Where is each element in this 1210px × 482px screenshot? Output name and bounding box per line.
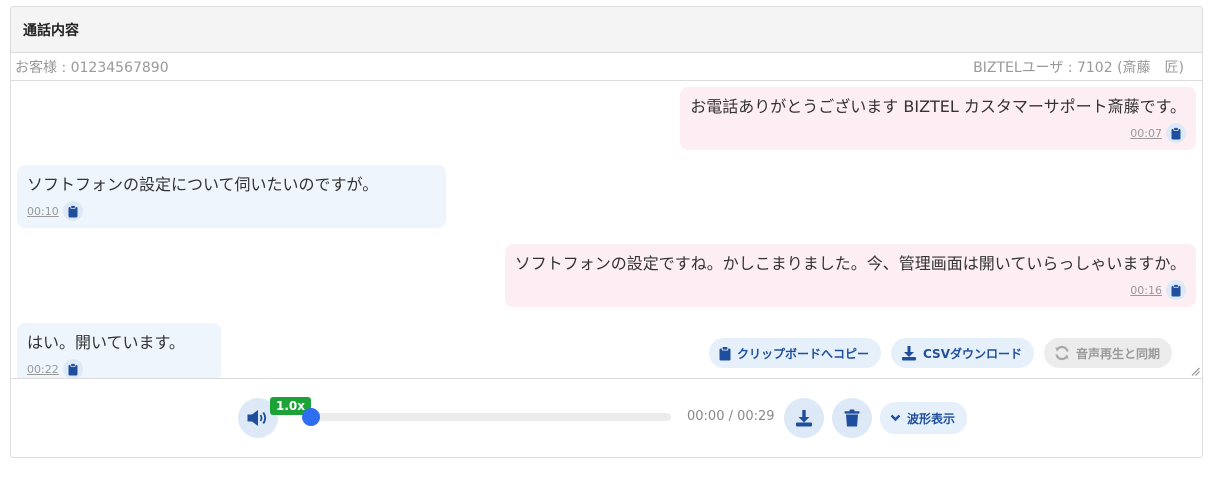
volume-icon bbox=[247, 410, 267, 426]
seek-bar[interactable] bbox=[302, 408, 671, 426]
panel-title: 通話内容 bbox=[23, 22, 79, 39]
message-timestamp-link[interactable]: 00:22 bbox=[27, 363, 59, 376]
customer-number: お客様 : 01234567890 bbox=[15, 59, 169, 76]
audio-player: 1.0x 00:00 / 00:29 波形表示 bbox=[11, 379, 1202, 457]
clipboard-icon bbox=[68, 204, 78, 217]
sync-playback-label: 音声再生と同期 bbox=[1075, 346, 1160, 361]
message-timestamp-link[interactable]: 00:10 bbox=[27, 205, 59, 218]
conversation-area[interactable]: お電話ありがとうございます BIZTEL カスタマーサポート斎藤です。 00:0… bbox=[11, 81, 1202, 379]
clipboard-icon bbox=[719, 345, 731, 360]
waveform-toggle-button[interactable]: 波形表示 bbox=[880, 402, 968, 434]
clipboard-icon bbox=[1171, 283, 1181, 296]
message-bubble-customer: ソフトフォンの設定について伺いたいのですが。 00:10 bbox=[17, 165, 446, 228]
message-bubble-agent: お電話ありがとうございます BIZTEL カスタマーサポート斎藤です。 00:0… bbox=[680, 87, 1196, 150]
agent-user: BIZTELユーザ : 7102 (斎藤 匠) bbox=[973, 59, 1184, 76]
playback-time: 00:00 / 00:29 bbox=[687, 409, 775, 424]
trash-icon bbox=[844, 409, 860, 427]
download-icon bbox=[902, 346, 917, 361]
copy-message-button[interactable] bbox=[1166, 123, 1186, 143]
message-bubble-agent: ソフトフォンの設定ですね。かしこまりました。今、管理画面は開いていらっしゃいます… bbox=[504, 244, 1196, 307]
message-timestamp-link[interactable]: 00:16 bbox=[1130, 284, 1162, 297]
sync-icon bbox=[1055, 345, 1069, 361]
message-bubble-customer: はい。開いています。 00:22 bbox=[17, 323, 221, 378]
message-text: お電話ありがとうございます BIZTEL カスタマーサポート斎藤です。 bbox=[690, 97, 1186, 116]
sync-playback-button[interactable]: 音声再生と同期 bbox=[1043, 338, 1172, 368]
clipboard-icon bbox=[1171, 126, 1181, 139]
call-meta-row: お客様 : 01234567890 BIZTELユーザ : 7102 (斎藤 匠… bbox=[11, 53, 1202, 81]
copy-to-clipboard-button[interactable]: クリップボードへコピー bbox=[709, 338, 882, 368]
message-text: はい。開いています。 bbox=[27, 333, 185, 352]
copy-to-clipboard-label: クリップボードへコピー bbox=[737, 346, 870, 361]
download-audio-button[interactable] bbox=[784, 398, 824, 438]
message-text: ソフトフォンの設定ですね。かしこまりました。今、管理画面は開いていらっしゃいます… bbox=[514, 254, 1186, 273]
waveform-toggle-label: 波形表示 bbox=[907, 411, 956, 426]
chevron-down-icon bbox=[890, 414, 901, 422]
resize-grip-icon[interactable] bbox=[1191, 367, 1200, 376]
clipboard-icon bbox=[68, 362, 78, 375]
message-text: ソフトフォンの設定について伺いたいのですが。 bbox=[27, 175, 379, 194]
delete-recording-button[interactable] bbox=[832, 398, 872, 438]
copy-message-button[interactable] bbox=[62, 201, 83, 221]
copy-message-button[interactable] bbox=[62, 359, 83, 378]
csv-download-button[interactable]: CSVダウンロード bbox=[891, 338, 1034, 368]
seek-bar-thumb[interactable] bbox=[302, 408, 320, 426]
download-icon bbox=[796, 410, 812, 427]
call-transcript-panel: 通話内容 お客様 : 01234567890 BIZTELユーザ : 7102 … bbox=[10, 6, 1203, 458]
panel-header: 通話内容 bbox=[11, 7, 1202, 53]
transcript-toolbar: クリップボードへコピー CSVダウンロード 音声再生と同期 bbox=[709, 338, 1172, 368]
message-timestamp-link[interactable]: 00:07 bbox=[1130, 127, 1162, 140]
copy-message-button[interactable] bbox=[1166, 280, 1186, 300]
csv-download-label: CSVダウンロード bbox=[923, 346, 1022, 361]
